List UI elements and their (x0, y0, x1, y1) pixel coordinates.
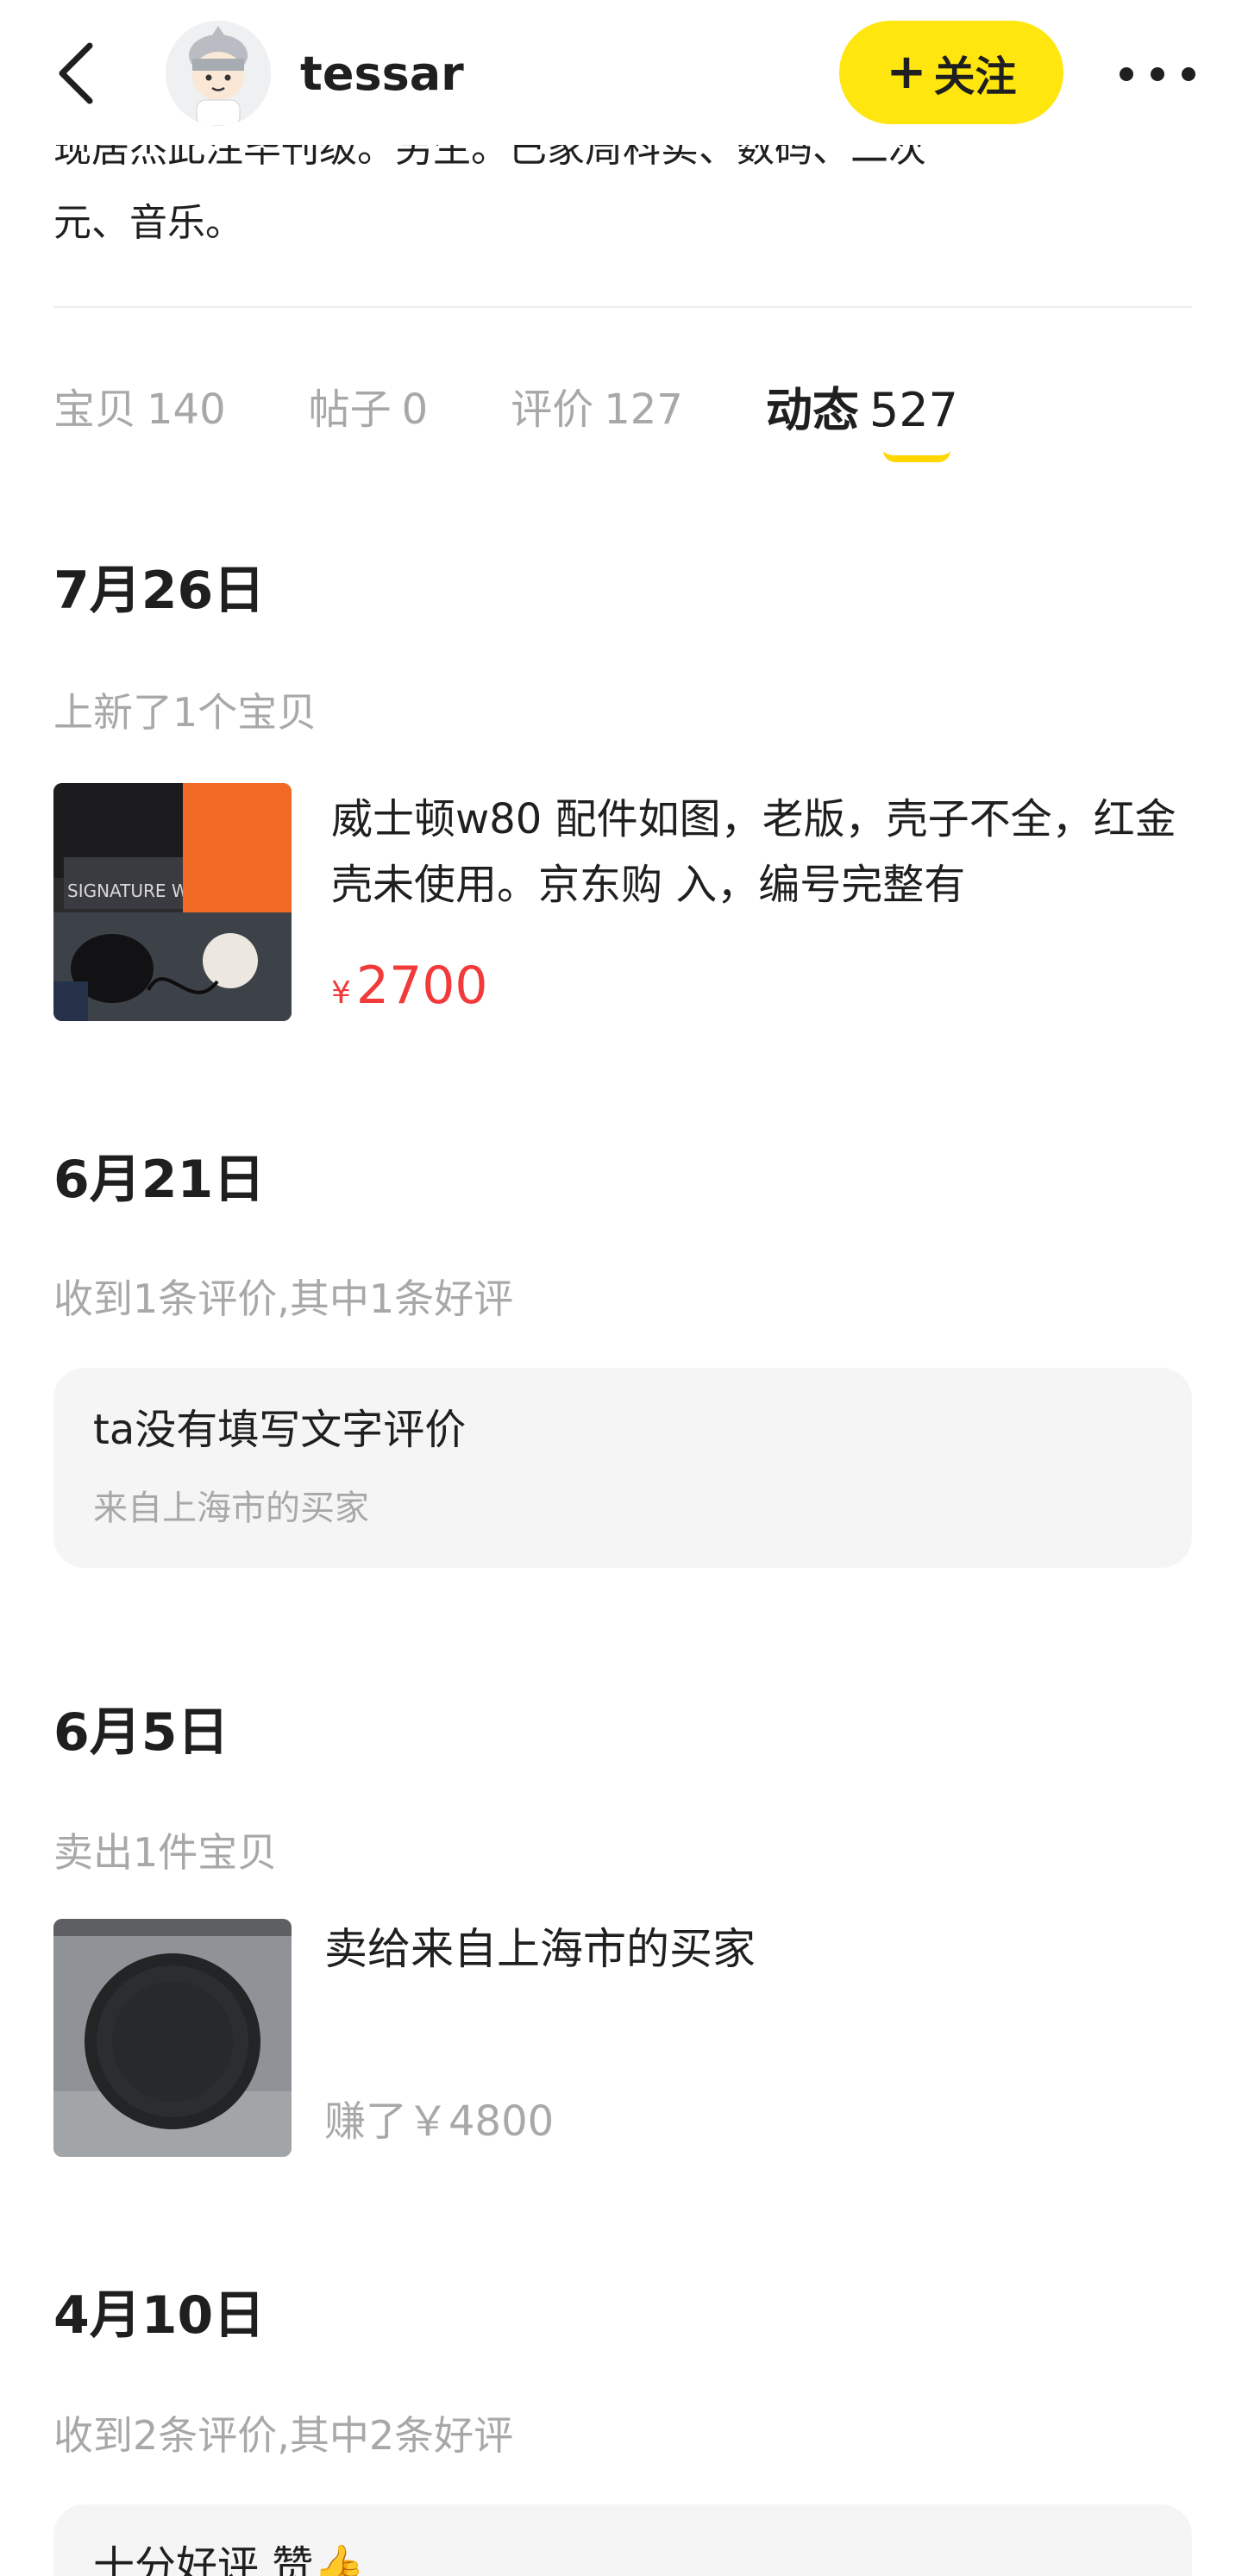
feed-subtitle: 收到2条评价,其中2条好评 (53, 2412, 514, 2459)
back-button[interactable] (52, 34, 121, 112)
more-dots-icon (1120, 67, 1133, 81)
profile-tabs: 宝贝 140 帖子 0 评价 127 动态 527 (53, 371, 1041, 440)
top-bar: tessar + 关注 (0, 0, 1242, 145)
tab-items[interactable]: 宝贝 140 (53, 375, 226, 436)
feed-subtitle: 收到1条评价,其中1条好评 (53, 1275, 514, 1322)
sold-to-text[interactable]: 卖给来自上海市的买家 (324, 1923, 756, 1975)
tab-label: 动态 (765, 382, 859, 437)
tab-reviews[interactable]: 评价 127 (511, 375, 683, 436)
feed-date: 6月5日 (53, 1702, 229, 1763)
more-dots-icon (1182, 67, 1195, 81)
chevron-left-icon (59, 42, 93, 104)
bio-line-2: 元、音乐。 (53, 201, 243, 245)
earned-amount: 赚了￥4800 (324, 2097, 555, 2146)
sold-item-photo (53, 1919, 292, 2157)
follow-button[interactable]: + 关注 (839, 21, 1063, 124)
item-photo: SIGNATURE W80 (53, 783, 292, 1021)
active-tab-indicator (883, 450, 950, 462)
avatar-image (166, 21, 271, 126)
feed-subtitle: 上新了1个宝贝 (53, 689, 317, 736)
review-card[interactable]: ta没有填写文字评价 来自上海市的买家 (53, 1368, 1192, 1568)
review-text: ta没有填写文字评价 (93, 1406, 467, 1454)
item-price: ¥2700 (331, 956, 488, 1024)
tab-label: 宝贝 (53, 385, 137, 434)
tab-count: 527 (869, 382, 958, 437)
review-text: 十分好评 赞👍 (93, 2542, 366, 2576)
avatar[interactable] (166, 21, 271, 126)
tab-activity[interactable]: 动态 527 (766, 372, 958, 440)
tab-label: 帖子 (308, 385, 392, 434)
tab-count: 140 (147, 385, 226, 434)
item-thumbnail[interactable]: SIGNATURE W80 (53, 783, 292, 1021)
currency-symbol: ¥ (331, 975, 351, 1011)
sold-item-thumbnail[interactable] (53, 1919, 292, 2157)
tab-label: 评价 (511, 385, 594, 434)
follow-label: 关注 (933, 53, 1017, 101)
tab-count: 0 (401, 385, 429, 434)
more-options-button[interactable] (1120, 50, 1195, 98)
username[interactable]: tessar (300, 47, 464, 102)
feed-date: 6月21日 (53, 1150, 266, 1210)
feed-date: 4月10日 (53, 2285, 266, 2346)
price-value: 2700 (355, 956, 488, 1016)
divider (53, 306, 1192, 308)
tab-posts[interactable]: 帖子 0 (309, 375, 429, 436)
review-from: 来自上海市的买家 (93, 1489, 369, 1528)
review-card[interactable]: 十分好评 赞👍 (53, 2504, 1192, 2576)
tab-count: 127 (604, 385, 683, 434)
more-dots-icon (1151, 67, 1164, 81)
item-description[interactable]: 威士顿w80 配件如图，老版，壳子不全，红金壳未使用。京东购 入，编号完整有 (331, 787, 1194, 918)
feed-date: 7月26日 (53, 561, 266, 621)
plus-icon: + (886, 44, 927, 100)
feed-subtitle: 卖出1件宝贝 (53, 1829, 278, 1876)
